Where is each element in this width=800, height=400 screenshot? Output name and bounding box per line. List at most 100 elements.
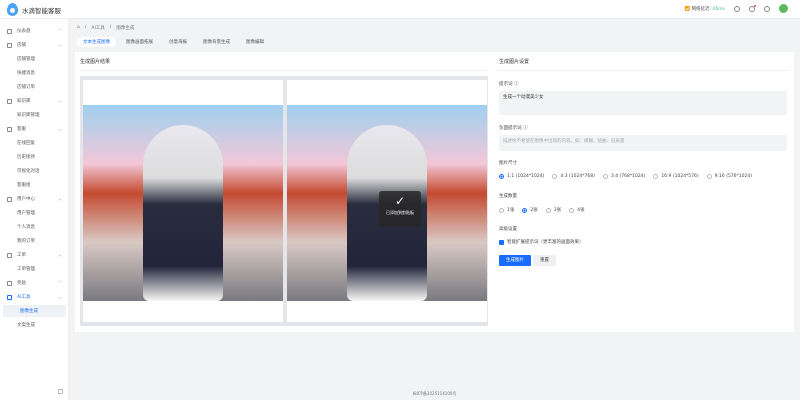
size-option-9-16[interactable]: 9:16 (576*1024) [706, 174, 752, 179]
sidebar-item[interactable]: 用户中心 ︿ [0, 193, 69, 205]
sidebar-item[interactable]: 工单管理 [0, 263, 69, 275]
sidebar-item[interactable]: 店铺 ︿ [0, 39, 69, 51]
count-option-2[interactable]: 2张 [522, 207, 538, 213]
chevron-up-icon: ︿ [58, 98, 62, 103]
negative-prompt-label: 负面提示词 ⓘ [499, 126, 528, 131]
sidebar-item-label: 知识库管理 [17, 113, 40, 118]
breadcrumb: ⌂ / AI工具 / 图像生成 [77, 25, 135, 31]
advanced-label: 高级设置 [499, 227, 517, 232]
menu-icon [7, 252, 12, 258]
menu-icon [7, 28, 12, 34]
sidebar-item-label: 可视化对话 [17, 169, 40, 174]
sidebar-item-label: 知识库 [17, 99, 31, 104]
sidebar-item-label: 个人消息 [17, 225, 35, 230]
count-label: 生成数量 [499, 194, 517, 199]
size-radio-group: 1:1 (1024*1024) 4:3 (1024*768) 3:4 (768*… [499, 174, 752, 179]
count-option-3[interactable]: 3张 [545, 207, 561, 213]
network-latency: 📶 网络延迟: 26ms [684, 6, 725, 12]
tab-edit[interactable]: 图像编辑 [240, 37, 270, 47]
sidebar-item[interactable]: 文案生成 [0, 319, 69, 331]
footer-icp[interactable]: 闽ICP备2025114100号 [0, 391, 800, 397]
negative-prompt-input[interactable]: 描述你不希望在图像中出现的内容，如：模糊、扭曲、低质量 [499, 135, 787, 151]
sidebar-item[interactable]: 快捷消息 [0, 67, 69, 79]
size-option-1-1[interactable]: 1:1 (1024*1024) [499, 174, 544, 179]
app-title: 水滴智能客服 [22, 7, 61, 15]
sidebar-item[interactable]: 店铺订单 [0, 81, 69, 93]
sidebar-item-label: 历史接待 [17, 155, 35, 160]
collapse-sidebar-icon[interactable] [58, 389, 63, 394]
sidebar-item[interactable]: 历史接待 [0, 151, 69, 163]
generate-button[interactable]: 生成图片 [499, 255, 531, 266]
sidebar-item[interactable]: 客服组 [0, 179, 69, 191]
sidebar-item-label: 用户管理 [17, 211, 35, 216]
sidebar-item[interactable]: 店铺管理 [0, 53, 69, 65]
tab-text-to-image[interactable]: 文本生成图像 [77, 37, 116, 47]
chevron-up-icon: ︿ [58, 196, 62, 201]
avatar[interactable] [779, 4, 788, 13]
sidebar-item-label: 用户中心 [17, 197, 35, 202]
sidebar-item[interactable]: 在线回复 [0, 137, 69, 149]
sidebar-item-label: 在线回复 [17, 141, 35, 146]
sidebar-item-label: 工单管理 [17, 267, 35, 272]
sidebar-item[interactable]: 工单 ︿ [0, 249, 69, 261]
sidebar-item-label: 店铺订单 [17, 85, 35, 90]
reset-button[interactable]: 重置 [533, 255, 556, 266]
sidebar-item[interactable]: 知识库管理 [0, 109, 69, 121]
count-option-4[interactable]: 4张 [569, 207, 585, 213]
size-option-3-4[interactable]: 3:4 (768*1024) [602, 174, 645, 179]
chevron-up-icon: ︿ [58, 252, 62, 257]
top-header: 水滴智能客服 📶 网络延迟: 26ms [0, 0, 800, 19]
chevron-up-icon: ︿ [58, 126, 62, 131]
tabs: 文本生成图像 图像画面拓展 创意海报 图像背景生成 图像编辑 [77, 37, 270, 47]
sidebar-item-label: 工单 [17, 253, 26, 258]
size-label: 图片尺寸 [499, 161, 517, 166]
sidebar-item[interactable]: 仪表盘 ﹀ [0, 25, 69, 37]
sidebar-item-label: 快捷消息 [17, 71, 35, 76]
bell-icon[interactable] [749, 4, 756, 12]
sidebar-item[interactable]: 奖励 ﹀ [0, 277, 69, 289]
sidebar-item-label: 图像生成 [20, 309, 38, 314]
sidebar-item[interactable]: 图像生成 [3, 305, 66, 317]
sidebar-item[interactable]: 可视化对话 [0, 165, 69, 177]
info-icon: ⓘ [522, 126, 528, 131]
copied-toast: ✓ 已添加到剪贴板 [379, 191, 421, 227]
sidebar-item[interactable]: AI工具 ︿ [0, 291, 69, 303]
menu-icon [7, 98, 12, 104]
sidebar-item-label: AI工具 [17, 295, 31, 300]
menu-icon [7, 280, 12, 286]
tab-outpaint[interactable]: 图像画面拓展 [120, 37, 159, 47]
sidebar-item-label: 仪表盘 [17, 29, 31, 34]
sidebar-item-label: 客服组 [17, 183, 31, 188]
sidebar-item[interactable]: 个人消息 [0, 221, 69, 233]
sidebar-item[interactable]: 知识库 ︿ [0, 95, 69, 107]
sidebar-item-label: 店铺管理 [17, 57, 35, 62]
smart-expand-checkbox[interactable]: 智能扩展提示词（更丰富的画面效果） [499, 239, 584, 245]
check-icon: ✓ [394, 194, 406, 208]
sidebar-item[interactable]: 我的订单 [0, 235, 69, 247]
generated-image-2[interactable]: ✓ 已添加到剪贴板 [287, 80, 487, 322]
generated-image-1[interactable] [83, 80, 283, 322]
count-radio-group: 1张 2张 3张 4张 [499, 207, 585, 213]
sidebar-item[interactable]: 用户管理 [0, 207, 69, 219]
breadcrumb-ai-tools[interactable]: AI工具 [91, 25, 104, 31]
menu-icon [7, 126, 12, 132]
chevron-down-icon: ﹀ [58, 280, 62, 285]
home-icon[interactable]: ⌂ [77, 25, 80, 31]
info-icon: ⓘ [513, 82, 519, 87]
sidebar-item-label: 奖励 [17, 281, 26, 286]
result-title: 生成图片结果 [80, 59, 111, 65]
size-option-4-3[interactable]: 4:3 (1024*768) [552, 174, 595, 179]
water-drop-logo-icon [7, 3, 18, 16]
sidebar-item[interactable]: 客服 ︿ [0, 123, 69, 135]
count-option-1[interactable]: 1张 [499, 207, 514, 213]
size-option-16-9[interactable]: 16:9 (1024*576) [653, 174, 699, 179]
tab-background[interactable]: 图像背景生成 [197, 37, 236, 47]
tab-poster[interactable]: 创意海报 [163, 37, 193, 47]
clock-icon[interactable] [734, 5, 740, 12]
prompt-input[interactable]: 生成一个动漫美少女 [499, 91, 787, 115]
sidebar-item-label: 客服 [17, 127, 26, 132]
settings-icon[interactable] [764, 5, 770, 12]
sidebar: 仪表盘 ﹀ 店铺 ︿ 店铺管理 快捷消息 店铺订单 知识库 ︿ 知识库管理 客服 ︿ 在线回复 历史接待可… [0, 19, 69, 400]
sidebar-item-label: 文案生成 [17, 323, 35, 328]
chevron-up-icon: ︿ [58, 294, 62, 299]
